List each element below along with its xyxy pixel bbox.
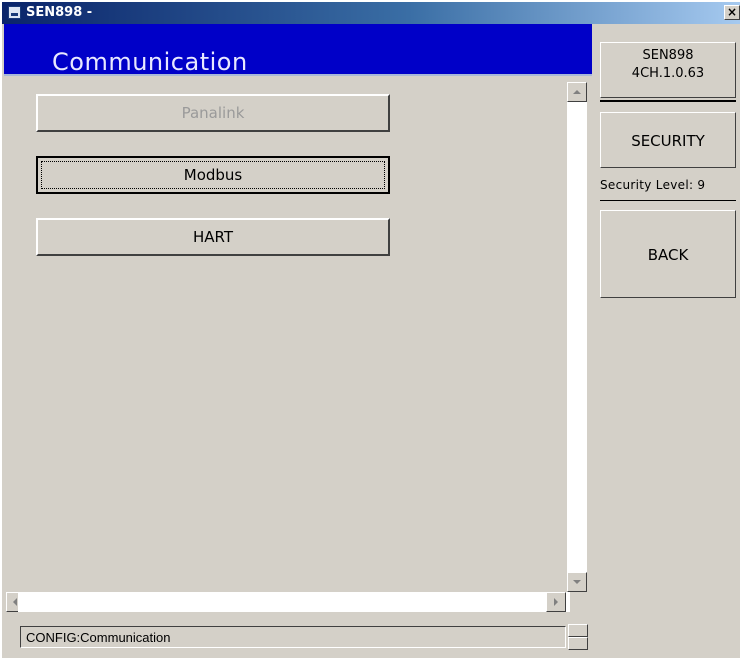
device-info-box: SEN898 4CH.1.0.63 — [600, 42, 736, 98]
security-button-label: SECURITY — [631, 132, 705, 150]
security-divider — [600, 200, 736, 201]
panalink-button-label: Panalink — [181, 104, 245, 122]
security-level-label: Security Level: 9 — [600, 178, 706, 192]
scroll-right-button[interactable] — [546, 592, 566, 612]
device-name: SEN898 — [642, 48, 694, 63]
page-title: Communication — [52, 48, 248, 76]
arrow-right-icon — [554, 598, 558, 606]
back-button-label: BACK — [647, 246, 689, 264]
scroll-up-button[interactable] — [567, 82, 587, 102]
app-window: SEN898 - × Communication Panalink Modbus… — [0, 0, 740, 658]
spinner-up-button[interactable] — [568, 624, 588, 637]
window-title: SEN898 - — [26, 5, 93, 20]
title-bar[interactable]: SEN898 - × — [2, 2, 740, 24]
firmware-version: 4CH.1.0.63 — [631, 66, 705, 81]
scroll-down-button[interactable] — [567, 572, 587, 592]
arrow-left-icon — [13, 598, 17, 606]
spinner-down-button[interactable] — [568, 637, 588, 650]
arrow-down-icon — [573, 580, 581, 584]
hart-button-label: HART — [192, 228, 234, 246]
horizontal-scrollbar[interactable] — [18, 592, 570, 612]
focus-ring — [41, 161, 385, 189]
status-field: CONFIG:Communication — [20, 626, 566, 648]
hart-button[interactable]: HART — [36, 218, 390, 256]
status-spinner[interactable] — [568, 624, 588, 650]
vertical-scrollbar[interactable] — [567, 82, 587, 592]
security-button[interactable]: SECURITY — [600, 112, 736, 168]
close-icon: × — [726, 5, 738, 19]
close-button[interactable]: × — [724, 5, 740, 20]
back-button[interactable]: BACK — [600, 210, 736, 298]
arrow-up-icon — [573, 90, 581, 94]
content-panel: Panalink Modbus HART — [4, 78, 566, 592]
page-header: Communication — [4, 24, 592, 76]
modbus-button[interactable]: Modbus — [36, 156, 390, 194]
panalink-button[interactable]: Panalink — [36, 94, 390, 132]
sidebar-divider — [600, 100, 736, 102]
app-icon — [8, 6, 21, 19]
